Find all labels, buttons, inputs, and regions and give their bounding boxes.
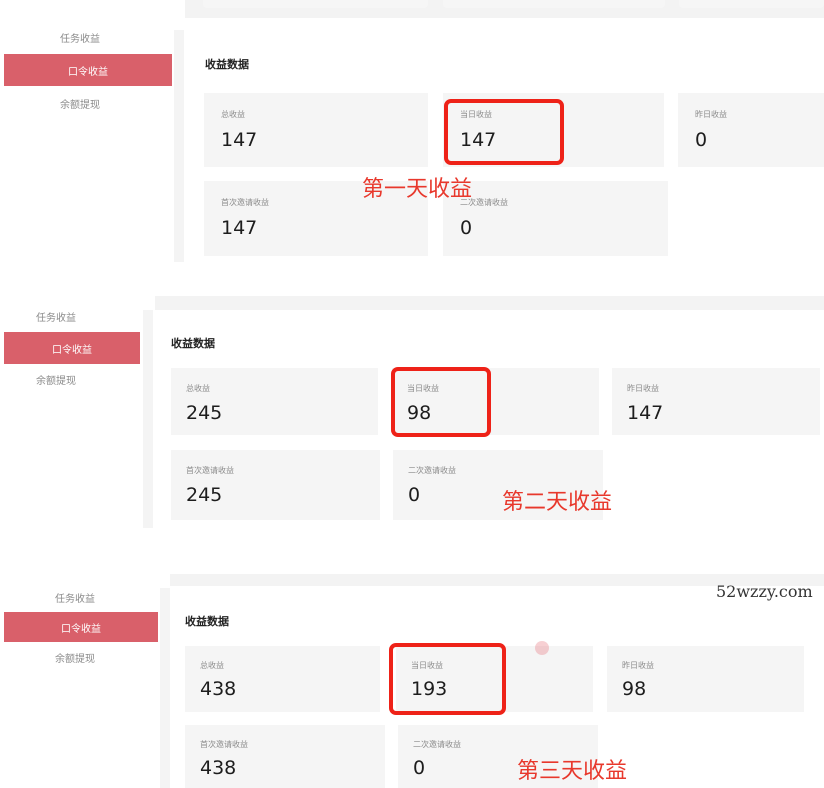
stat-card-total: 总收益 147: [204, 93, 428, 167]
watermark: 52wzzy.com: [716, 582, 813, 601]
annotation-label: 第一天收益: [362, 177, 473, 202]
card-value: 245: [186, 402, 223, 424]
highlight-box: [391, 367, 491, 437]
sidebar-item-withdraw[interactable]: 余额提现: [0, 88, 160, 118]
card-label: 首次邀请收益: [200, 740, 248, 749]
card-label: 首次邀请收益: [186, 466, 234, 475]
card-label: 首次邀请收益: [221, 198, 269, 207]
card-value: 0: [408, 484, 421, 506]
card-label: 总收益: [186, 384, 210, 393]
sidebar-item-task-earnings[interactable]: 任务收益: [0, 304, 112, 328]
card-label: 总收益: [200, 661, 224, 670]
stat-card-yesterday: 昨日收益 98: [607, 646, 804, 712]
card-value: 0: [413, 757, 426, 779]
card-value: 245: [186, 484, 223, 506]
card-label: 二次邀请收益: [413, 740, 461, 749]
card-value: 147: [221, 217, 258, 239]
card-value: 0: [460, 217, 473, 239]
section-title: 收益数据: [205, 58, 249, 71]
sidebar-item-code-earnings[interactable]: 口令收益: [4, 54, 172, 86]
card-label: 二次邀请收益: [408, 466, 456, 475]
stat-card-yesterday: 昨日收益 147: [612, 368, 820, 435]
card-value: 147: [221, 129, 258, 151]
divider: [143, 310, 153, 528]
highlight-box: [444, 99, 564, 165]
sidebar-item-task-earnings[interactable]: 任务收益: [0, 584, 150, 610]
top-strip: [185, 0, 824, 18]
sidebar-item-code-earnings[interactable]: 口令收益: [4, 612, 158, 642]
stat-card-total: 总收益 438: [185, 646, 380, 712]
section-title: 收益数据: [185, 615, 229, 628]
blur-mark: [535, 641, 549, 655]
card-label: 昨日收益: [622, 661, 654, 670]
highlight-box: [389, 643, 506, 715]
annotation-label: 第三天收益: [517, 759, 628, 784]
card-value: 438: [200, 678, 237, 700]
card-value: 438: [200, 757, 237, 779]
stat-card-first-invite: 首次邀请收益 438: [185, 725, 385, 788]
sidebar-item-withdraw[interactable]: 余额提现: [0, 644, 150, 670]
divider: [160, 588, 170, 788]
annotation-label: 第二天收益: [502, 490, 613, 515]
card-value: 0: [695, 129, 708, 151]
section-title: 收益数据: [171, 337, 215, 350]
earnings-screenshot-day-1: 任务收益 口令收益 余额提现 收益数据 总收益 147 当日收益 147 昨日收…: [0, 0, 824, 262]
stat-card-yesterday: 昨日收益 0: [678, 93, 824, 167]
card-label: 总收益: [221, 110, 245, 119]
sidebar-item-code-earnings[interactable]: 口令收益: [4, 332, 140, 364]
top-strip: [155, 296, 824, 310]
earnings-screenshot-day-3: 任务收益 口令收益 余额提现 收益数据 总收益 438 当日收益 193 昨日收…: [0, 574, 824, 788]
stat-card-total: 总收益 245: [171, 368, 378, 435]
stat-card-second-invite: 二次邀请收益 0: [443, 181, 668, 256]
divider: [174, 30, 184, 262]
card-value: 98: [622, 678, 647, 700]
sidebar-item-withdraw[interactable]: 余额提现: [0, 364, 112, 394]
sidebar-item-task-earnings[interactable]: 任务收益: [0, 22, 160, 52]
stat-card-first-invite: 首次邀请收益 245: [171, 450, 380, 520]
card-value: 147: [627, 402, 664, 424]
card-label: 昨日收益: [627, 384, 659, 393]
card-label: 昨日收益: [695, 110, 727, 119]
earnings-screenshot-day-2: 任务收益 口令收益 余额提现 收益数据 总收益 245 当日收益 98 昨日收益…: [0, 296, 824, 532]
